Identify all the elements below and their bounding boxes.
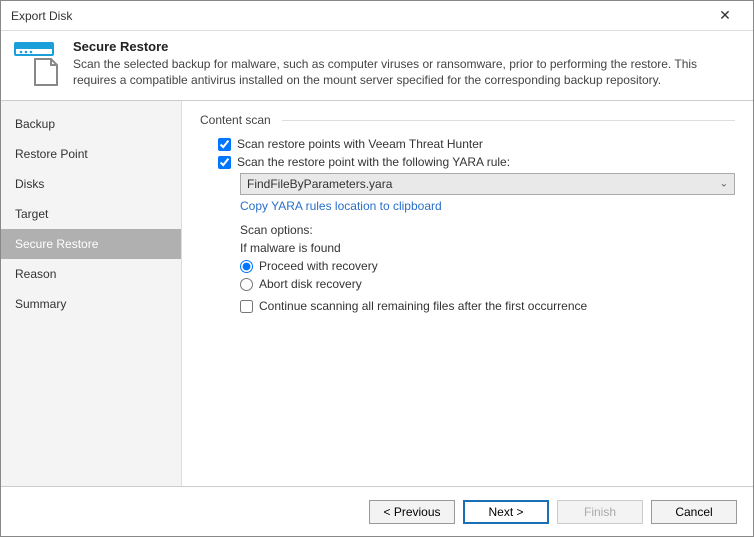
row-copy-link: Copy YARA rules location to clipboard xyxy=(240,199,735,213)
finish-button[interactable]: Finish xyxy=(557,500,643,524)
next-button[interactable]: Next > xyxy=(463,500,549,524)
row-threat-hunter: Scan restore points with Veeam Threat Hu… xyxy=(218,137,735,151)
checkbox-yara[interactable] xyxy=(218,156,231,169)
label-abort: Abort disk recovery xyxy=(259,277,362,291)
chevron-down-icon: ⌄ xyxy=(720,179,728,190)
sidebar-item-backup[interactable]: Backup xyxy=(1,109,181,139)
label-proceed: Proceed with recovery xyxy=(259,259,378,273)
sidebar-item-disks[interactable]: Disks xyxy=(1,169,181,199)
label-yara: Scan the restore point with the followin… xyxy=(237,155,510,169)
export-disk-window: Export Disk ✕ Secure Restore Scan the se… xyxy=(0,0,754,537)
sidebar-item-restore-point[interactable]: Restore Point xyxy=(1,139,181,169)
cancel-button[interactable]: Cancel xyxy=(651,500,737,524)
header: Secure Restore Scan the selected backup … xyxy=(1,31,753,101)
row-yara-dropdown: FindFileByParameters.yara ⌄ xyxy=(240,173,735,195)
close-icon: ✕ xyxy=(719,7,731,24)
window-title: Export Disk xyxy=(11,9,705,23)
header-description: Scan the selected backup for malware, su… xyxy=(73,56,741,88)
label-continue-scan: Continue scanning all remaining files af… xyxy=(259,299,587,313)
content-scan-group-label: Content scan xyxy=(200,113,735,127)
sidebar-item-secure-restore[interactable]: Secure Restore xyxy=(1,229,181,259)
previous-button[interactable]: < Previous xyxy=(369,500,455,524)
yara-rule-value: FindFileByParameters.yara xyxy=(247,177,392,191)
body: Backup Restore Point Disks Target Secure… xyxy=(1,101,753,486)
copy-yara-link[interactable]: Copy YARA rules location to clipboard xyxy=(240,199,442,213)
yara-rule-dropdown[interactable]: FindFileByParameters.yara ⌄ xyxy=(240,173,735,195)
header-title: Secure Restore xyxy=(73,39,741,54)
footer: < Previous Next > Finish Cancel xyxy=(1,486,753,536)
row-radio-proceed: Proceed with recovery xyxy=(240,259,735,273)
header-text: Secure Restore Scan the selected backup … xyxy=(73,39,741,88)
sidebar-item-reason[interactable]: Reason xyxy=(1,259,181,289)
secure-restore-icon xyxy=(13,39,61,87)
label-threat-hunter: Scan restore points with Veeam Threat Hu… xyxy=(237,137,483,151)
sidebar-item-summary[interactable]: Summary xyxy=(1,289,181,319)
close-button[interactable]: ✕ xyxy=(705,2,745,30)
checkbox-continue-scan[interactable] xyxy=(240,300,253,313)
row-yara: Scan the restore point with the followin… xyxy=(218,155,735,169)
titlebar: Export Disk ✕ xyxy=(1,1,753,31)
radio-proceed[interactable] xyxy=(240,260,253,273)
radio-abort[interactable] xyxy=(240,278,253,291)
malware-found-label: If malware is found xyxy=(240,241,735,255)
row-continue-scan: Continue scanning all remaining files af… xyxy=(240,299,735,313)
checkbox-threat-hunter[interactable] xyxy=(218,138,231,151)
sidebar: Backup Restore Point Disks Target Secure… xyxy=(1,101,182,486)
row-radio-abort: Abort disk recovery xyxy=(240,277,735,291)
content: Content scan Scan restore points with Ve… xyxy=(182,101,753,486)
scan-options-label: Scan options: xyxy=(240,223,735,237)
sidebar-item-target[interactable]: Target xyxy=(1,199,181,229)
